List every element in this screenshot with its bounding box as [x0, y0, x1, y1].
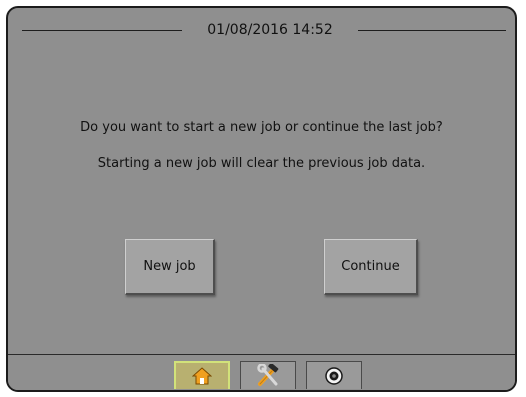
tab-home[interactable]: [174, 361, 230, 389]
header-divider-left: [22, 30, 182, 31]
tab-tools[interactable]: [240, 361, 296, 389]
datetime-display: 01/08/2016 14:52: [207, 22, 333, 38]
bottom-tab-bar: [8, 354, 515, 390]
tab-camera[interactable]: [306, 361, 362, 389]
console-screen: 01/08/2016 14:52 Do you want to start a …: [6, 6, 517, 392]
header-divider-right: [358, 30, 506, 31]
dialog-note: Starting a new job will clear the previo…: [97, 156, 426, 171]
continue-button-label: Continue: [341, 259, 400, 274]
home-icon: [192, 367, 212, 385]
new-job-button[interactable]: New job: [125, 239, 215, 295]
new-job-button-label: New job: [143, 259, 196, 274]
continue-button[interactable]: Continue: [324, 239, 418, 295]
tools-icon: [257, 363, 279, 386]
camera-icon: [325, 366, 343, 385]
dialog-question: Do you want to start a new job or contin…: [80, 120, 443, 135]
